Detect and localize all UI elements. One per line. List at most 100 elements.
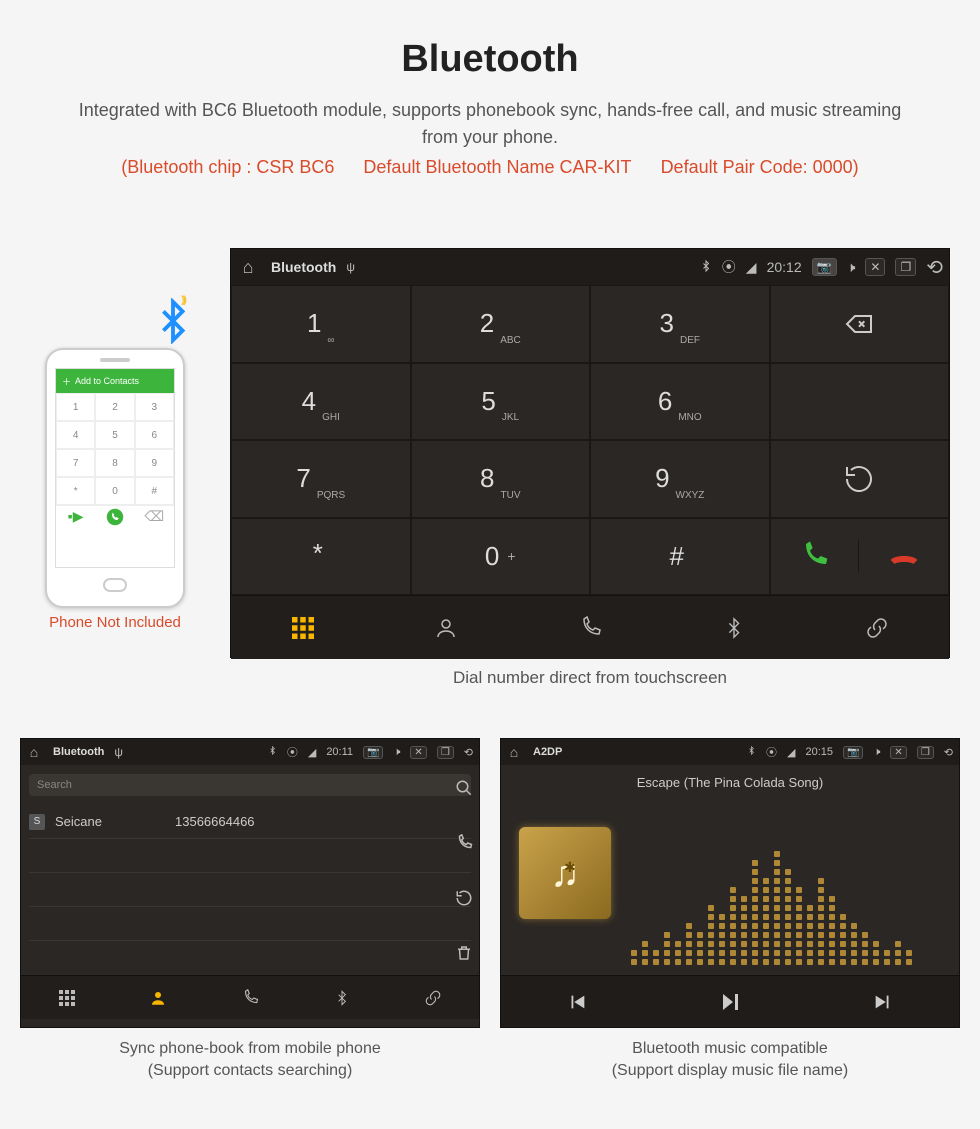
wifi-icon: ◢: [746, 259, 757, 276]
contact-row-empty: [29, 839, 471, 873]
refresh-icon[interactable]: [455, 889, 473, 912]
volume-icon[interactable]: 🕨: [873, 746, 880, 759]
back-icon[interactable]: ⟲: [464, 746, 473, 759]
phone-header-label: Add to Contacts: [75, 376, 139, 386]
nav-pair[interactable]: [387, 976, 479, 1019]
contact-name: Seicane: [55, 814, 175, 829]
clock: 20:11: [326, 746, 353, 758]
nav-bluetooth[interactable]: [296, 976, 388, 1019]
key-8[interactable]: 8TUV: [411, 440, 591, 518]
dialpad-screen: ⌂ Bluetooth ψ ⦿ ◢ 20:12 📷 🕨 ✕ ❐ ⟲ 1∞ 2AB…: [230, 248, 950, 658]
recent-apps-icon[interactable]: ❐: [895, 258, 916, 276]
nav-call-log[interactable]: [204, 976, 296, 1019]
contact-row-empty: [29, 873, 471, 907]
spec-chip: (Bluetooth chip : CSR BC6: [121, 157, 334, 177]
key-1[interactable]: 1∞: [231, 285, 411, 363]
prev-track-button[interactable]: [501, 976, 654, 1027]
key-2[interactable]: 2ABC: [411, 285, 591, 363]
search-icon[interactable]: [455, 779, 473, 802]
spec-name: Default Bluetooth Name CAR-KIT: [363, 157, 631, 177]
key-3[interactable]: 3DEF: [590, 285, 770, 363]
location-icon: ⦿: [722, 257, 736, 277]
phone-key: 7: [56, 449, 95, 477]
contact-number: 13566664466: [175, 814, 255, 829]
home-icon[interactable]: ⌂: [21, 744, 47, 760]
back-icon[interactable]: ⟲: [944, 746, 953, 759]
plus-icon: ＋: [62, 375, 71, 388]
bluetooth-status-icon: [268, 745, 277, 759]
play-pause-button[interactable]: [654, 976, 807, 1027]
page-title: Bluetooth: [0, 38, 980, 81]
key-9[interactable]: 9WXYZ: [590, 440, 770, 518]
camera-icon[interactable]: 📷: [843, 746, 863, 759]
bluetooth-icon: [150, 298, 196, 355]
visualizer: [631, 815, 945, 965]
music-body: Escape (The Pina Colada Song) ♫✱: [501, 765, 959, 975]
camera-icon[interactable]: 📷: [363, 746, 383, 759]
call-icon: [95, 506, 134, 527]
contacts-list[interactable]: S Seicane 13566664466: [21, 805, 479, 975]
spec-pair: Default Pair Code: 0000): [661, 157, 859, 177]
close-icon[interactable]: ✕: [410, 746, 426, 759]
delete-icon[interactable]: [455, 944, 473, 967]
home-icon[interactable]: ⌂: [231, 257, 265, 278]
contact-row[interactable]: S Seicane 13566664466: [29, 805, 471, 839]
bottom-nav: [231, 595, 949, 659]
phone-caption: Phone Not Included: [30, 614, 200, 631]
status-title: A2DP: [533, 746, 562, 758]
album-art: ♫✱: [519, 827, 611, 919]
phone-illustration: ))) ＋ Add to Contacts 1 2 3 4 5 6 7 8 9: [30, 328, 200, 631]
hangup-button[interactable]: [859, 540, 948, 572]
nav-call-log[interactable]: [518, 596, 662, 659]
key-5[interactable]: 5JKL: [411, 363, 591, 441]
key-hash[interactable]: #: [590, 518, 770, 596]
nav-bluetooth[interactable]: [662, 596, 806, 659]
redial-button[interactable]: [770, 440, 950, 518]
track-title: Escape (The Pina Colada Song): [501, 775, 959, 790]
status-bar: ⌂ Bluetooth ψ ⦿ ◢ 20:11 📷 🕨 ✕ ❐ ⟲: [21, 739, 479, 765]
close-icon[interactable]: ✕: [890, 746, 906, 759]
next-track-button[interactable]: [806, 976, 959, 1027]
phone-key: 9: [135, 449, 174, 477]
recent-apps-icon[interactable]: ❐: [917, 746, 934, 759]
phone-keypad: 1 2 3 4 5 6 7 8 9 * 0 #: [56, 393, 174, 505]
phone-key: 6: [135, 421, 174, 449]
volume-icon[interactable]: 🕨: [847, 259, 856, 276]
phone-screen: ＋ Add to Contacts 1 2 3 4 5 6 7 8 9 * 0 …: [55, 368, 175, 568]
nav-contacts[interactable]: [375, 596, 519, 659]
call-icon[interactable]: [455, 834, 473, 857]
home-icon[interactable]: ⌂: [501, 744, 527, 760]
wifi-icon: ◢: [308, 746, 316, 759]
key-star[interactable]: *: [231, 518, 411, 596]
recent-apps-icon[interactable]: ❐: [437, 746, 454, 759]
location-icon: ⦿: [766, 744, 777, 760]
video-icon: ▪▶: [56, 506, 95, 527]
phone-key: 5: [95, 421, 134, 449]
nav-pair[interactable]: [805, 596, 949, 659]
backspace-button[interactable]: [770, 285, 950, 363]
volume-icon[interactable]: 🕨: [393, 746, 400, 759]
phone-key: 4: [56, 421, 95, 449]
search-input[interactable]: Search: [29, 774, 471, 796]
key-4[interactable]: 4GHI: [231, 363, 411, 441]
usb-icon: ψ: [346, 260, 355, 274]
phone-key: 1: [56, 393, 95, 421]
close-icon[interactable]: ✕: [865, 258, 885, 276]
phone-key: 8: [95, 449, 134, 477]
dialpad-caption: Dial number direct from touchscreen: [230, 668, 950, 688]
back-icon[interactable]: ⟲: [926, 255, 943, 280]
nav-dialpad[interactable]: [21, 976, 113, 1019]
nav-contacts[interactable]: [113, 976, 205, 1019]
camera-icon[interactable]: 📷: [812, 258, 837, 276]
music-caption: Bluetooth music compatible (Support disp…: [500, 1038, 960, 1083]
key-0[interactable]: 0+: [411, 518, 591, 596]
phone-key: *: [56, 477, 95, 505]
key-7[interactable]: 7PQRS: [231, 440, 411, 518]
key-6[interactable]: 6MNO: [590, 363, 770, 441]
phone-shell: ＋ Add to Contacts 1 2 3 4 5 6 7 8 9 * 0 …: [45, 348, 185, 608]
status-title: Bluetooth: [271, 259, 336, 275]
blank-key: [770, 363, 950, 441]
dial-grid: 1∞ 2ABC 3DEF 4GHI 5JKL 6MNO 7PQRS 8TUV 9…: [231, 285, 949, 595]
dial-call-button[interactable]: [771, 540, 860, 572]
nav-dialpad[interactable]: [231, 596, 375, 659]
